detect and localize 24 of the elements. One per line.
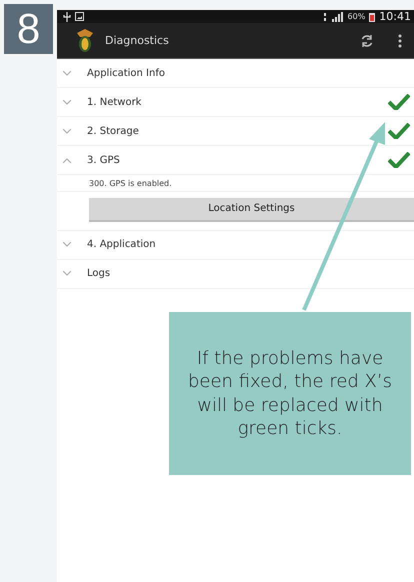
collapse-caret-icon [63,158,71,162]
image-icon [75,12,84,21]
overflow-menu-icon[interactable] [398,34,402,48]
refresh-icon[interactable] [360,34,374,48]
section-header[interactable]: 1. Network [57,88,414,117]
location-settings-button[interactable]: Location Settings [89,198,414,222]
app-title: Diagnostics [105,34,169,47]
expand-caret-icon [63,128,71,134]
callout-note: If the problems have been fixed, the red X’s will be replaced with green ticks. [169,312,411,475]
expand-caret-icon [63,70,71,76]
step-number: 8 [4,4,53,54]
clock: 10:41 [379,10,411,23]
section-header[interactable]: 3. GPS [57,146,414,175]
status-message: 300. GPS is enabled. [57,175,414,192]
battery-icon [369,12,376,22]
section-header[interactable]: Application Info [57,59,414,88]
section-header[interactable]: Logs [57,260,414,288]
expand-caret-icon [63,271,71,276]
section-header[interactable]: 4. Application [57,230,414,260]
expand-caret-icon [63,242,71,247]
battery-percent: 60% [348,12,366,21]
emblem-icon [75,28,95,52]
signal-icon [324,12,344,22]
expand-caret-icon [63,100,71,104]
